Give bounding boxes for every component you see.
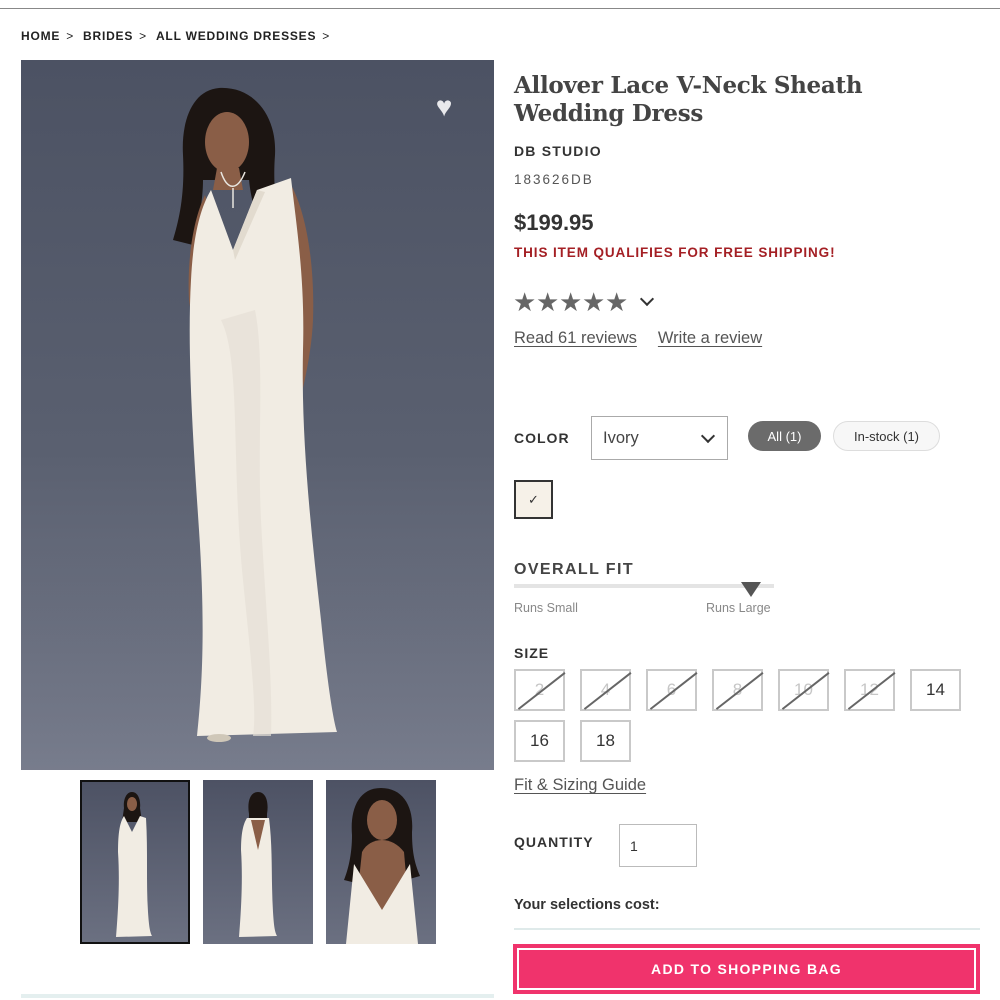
size-option-12[interactable]: 12: [844, 669, 895, 711]
size-value: 10: [794, 680, 813, 699]
add-to-bag-label: ADD TO SHOPPING BAG: [517, 948, 976, 990]
breadcrumb-separator: >: [66, 29, 75, 43]
color-label: COLOR: [514, 430, 570, 446]
size-option-10[interactable]: 10: [778, 669, 829, 711]
thumbnail-front-image: [116, 792, 152, 937]
quantity-label: QUANTITY: [514, 834, 594, 850]
breadcrumb-label[interactable]: ALL WEDDING DRESSES: [156, 29, 316, 43]
fit-runs-large-label: Runs Large: [706, 601, 771, 615]
model-photo-illustration: [21, 87, 494, 770]
breadcrumb-brides[interactable]: BRIDES >: [83, 29, 156, 43]
thumbnail-front[interactable]: [80, 780, 190, 944]
product-price: $199.95: [514, 210, 594, 235]
top-divider: [0, 8, 1000, 9]
cost-divider: [514, 928, 980, 930]
main-product-image[interactable]: ♥: [21, 60, 494, 770]
breadcrumb-separator: >: [139, 29, 147, 43]
size-value: 12: [860, 680, 879, 699]
star-icon: ★: [559, 287, 583, 317]
rating-stars[interactable]: ★ ★ ★ ★ ★: [513, 287, 655, 317]
star-icon: ★: [605, 287, 629, 317]
read-reviews-link[interactable]: Read 61 reviews: [514, 329, 637, 348]
size-value: 16: [530, 731, 549, 750]
filter-all-button[interactable]: All (1): [748, 421, 821, 451]
fit-runs-small-label: Runs Small: [514, 601, 578, 615]
thumbnail-closeup-image: [344, 788, 420, 944]
breadcrumb-label[interactable]: HOME: [21, 29, 60, 43]
bottom-strip: [21, 994, 494, 998]
breadcrumb-separator: >: [322, 29, 331, 43]
chevron-down-icon: [700, 428, 716, 443]
breadcrumb: HOME > BRIDES > ALL WEDDING DRESSES >: [21, 29, 339, 43]
review-links: Read 61 reviews Write a review: [514, 329, 762, 348]
size-value: 6: [666, 680, 677, 699]
overall-fit-label: OVERALL FIT: [514, 561, 634, 578]
size-option-14[interactable]: 14: [910, 669, 961, 711]
color-swatch-ivory[interactable]: ✓: [514, 480, 553, 519]
size-option-6[interactable]: 6: [646, 669, 697, 711]
size-value: 2: [534, 680, 545, 699]
product-title: Allover Lace V-Neck Sheath Wedding Dress: [514, 72, 863, 127]
breadcrumb-all-wedding-dresses[interactable]: ALL WEDDING DRESSES >: [156, 29, 339, 43]
check-icon: ✓: [528, 491, 539, 507]
size-option-16[interactable]: 16: [514, 720, 565, 762]
write-review-link[interactable]: Write a review: [658, 329, 762, 348]
favorite-heart-icon[interactable]: ♥: [430, 93, 458, 121]
quantity-input[interactable]: 1: [619, 824, 697, 867]
product-sku: 183626DB: [514, 172, 594, 187]
chevron-down-icon[interactable]: [639, 291, 655, 307]
size-value: 8: [732, 680, 743, 699]
fit-indicator-marker: [740, 582, 761, 597]
thumbnail-closeup[interactable]: [326, 780, 436, 944]
fit-sizing-guide-link[interactable]: Fit & Sizing Guide: [514, 776, 646, 795]
size-option-18[interactable]: 18: [580, 720, 631, 762]
star-icon: ★: [513, 287, 537, 317]
fit-scale-track: [514, 582, 774, 597]
color-select[interactable]: Ivory: [591, 416, 728, 460]
size-option-2[interactable]: 2: [514, 669, 565, 711]
size-option-4[interactable]: 4: [580, 669, 631, 711]
star-icon: ★: [536, 287, 560, 317]
thumbnail-strip: [80, 780, 436, 944]
size-options: 2 4 6 8 10 12 14 16 18: [514, 669, 974, 762]
breadcrumb-home[interactable]: HOME >: [21, 29, 83, 43]
color-select-value: Ivory: [603, 428, 639, 447]
selections-cost-label: Your selections cost:: [514, 897, 660, 913]
thumbnail-back-image: [239, 792, 277, 937]
size-value: 4: [600, 680, 611, 699]
size-value: 14: [926, 680, 945, 699]
breadcrumb-label[interactable]: BRIDES: [83, 29, 133, 43]
star-icon: ★: [582, 287, 606, 317]
quantity-value: 1: [630, 837, 638, 854]
size-value: 18: [596, 731, 615, 750]
size-label: SIZE: [514, 645, 550, 661]
product-brand[interactable]: DB STUDIO: [514, 143, 602, 159]
add-to-shopping-bag-button[interactable]: ADD TO SHOPPING BAG: [513, 944, 980, 994]
thumbnail-back[interactable]: [203, 780, 313, 944]
size-option-8[interactable]: 8: [712, 669, 763, 711]
free-shipping-note: THIS ITEM QUALIFIES FOR FREE SHIPPING!: [514, 245, 836, 260]
filter-instock-button[interactable]: In-stock (1): [833, 421, 940, 451]
